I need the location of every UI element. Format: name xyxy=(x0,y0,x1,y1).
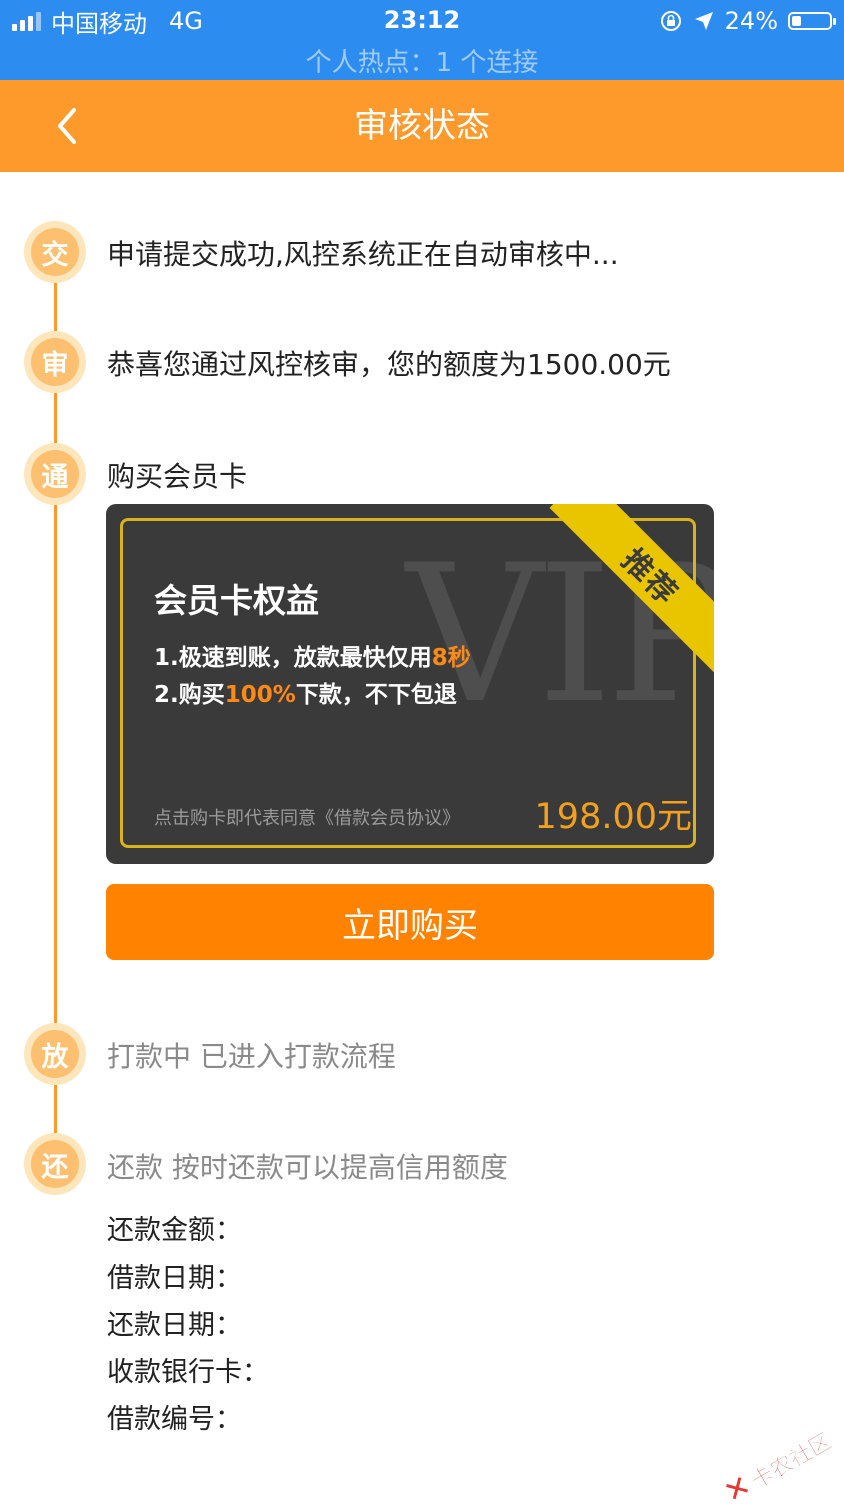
site-watermark: ✕ 卡农社区 xyxy=(718,1422,837,1511)
loan-number-label: 借款编号： xyxy=(107,1404,242,1435)
benefit-line-2: 2.购买100%下款，不下包退 xyxy=(154,675,457,709)
battery-icon xyxy=(788,12,836,30)
timeline-connector xyxy=(54,393,57,443)
step-badge-pass: 通 xyxy=(24,443,86,505)
step-badge-label: 放 xyxy=(31,1030,79,1078)
repay-date-label: 还款日期： xyxy=(107,1310,242,1341)
battery-level xyxy=(792,16,801,26)
step-badge-label: 审 xyxy=(31,338,79,386)
orientation-lock-icon xyxy=(660,11,681,31)
benefit-text: 2.购买 xyxy=(154,682,225,708)
step-badge-label: 通 xyxy=(31,450,79,498)
step-badge-review: 审 xyxy=(24,331,86,393)
watermark-text: 卡农社区 xyxy=(746,1428,836,1495)
status-right: 24% xyxy=(659,6,836,36)
hotspot-indicator[interactable]: 个人热点：1 个连接 xyxy=(0,42,844,79)
card-title: 会员卡权益 xyxy=(154,581,319,620)
step-badge-label: 还 xyxy=(31,1140,79,1188)
step-text-submit: 申请提交成功,风控系统正在自动审核中... xyxy=(107,238,619,271)
page-title: 审核状态 xyxy=(354,106,490,146)
step-badge-repay: 还 xyxy=(24,1133,86,1195)
member-card[interactable]: VIP 推荐 会员卡权益 1.极速到账，放款最快仅用8秒 2.购买100%下款，… xyxy=(106,504,714,864)
card-price: 198.00元 xyxy=(534,797,692,837)
agreement-link[interactable]: 点击购卡即代表同意《借款会员协议》 xyxy=(154,804,460,830)
benefit-highlight: 8秒 xyxy=(431,645,471,671)
location-icon xyxy=(694,12,713,30)
step-text-repay: 还款 按时还款可以提高信用额度 xyxy=(107,1151,508,1184)
step-text-buy-card: 购买会员卡 xyxy=(107,460,248,493)
battery-percent: 24% xyxy=(724,7,778,35)
buy-now-button[interactable]: 立即购买 xyxy=(106,884,714,960)
bank-card-label: 收款银行卡： xyxy=(107,1357,269,1388)
step-badge-submit: 交 xyxy=(24,221,86,283)
benefit-text: 下款，不下包退 xyxy=(295,682,457,708)
benefit-line-1: 1.极速到账，放款最快仅用8秒 xyxy=(154,638,471,672)
repay-amount-label: 还款金额： xyxy=(107,1215,242,1246)
timeline-connector xyxy=(54,283,57,331)
benefit-text: 1.极速到账，放款最快仅用 xyxy=(154,645,432,671)
timeline-connector xyxy=(54,1085,57,1133)
status-bar: 中国移动 4G 23:12 24% 个人热点：1 个连接 xyxy=(0,0,844,80)
timeline-connector xyxy=(54,505,57,1023)
step-badge-disburse: 放 xyxy=(24,1023,86,1085)
loan-date-label: 借款日期： xyxy=(107,1263,242,1294)
step-badge-label: 交 xyxy=(31,228,79,276)
nav-header: 审核状态 xyxy=(0,80,844,172)
step-text-disburse: 打款中 已进入打款流程 xyxy=(107,1040,396,1073)
benefit-highlight: 100% xyxy=(224,682,296,708)
step-text-review: 恭喜您通过风控核审，您的额度为1500.00元 xyxy=(107,348,671,381)
